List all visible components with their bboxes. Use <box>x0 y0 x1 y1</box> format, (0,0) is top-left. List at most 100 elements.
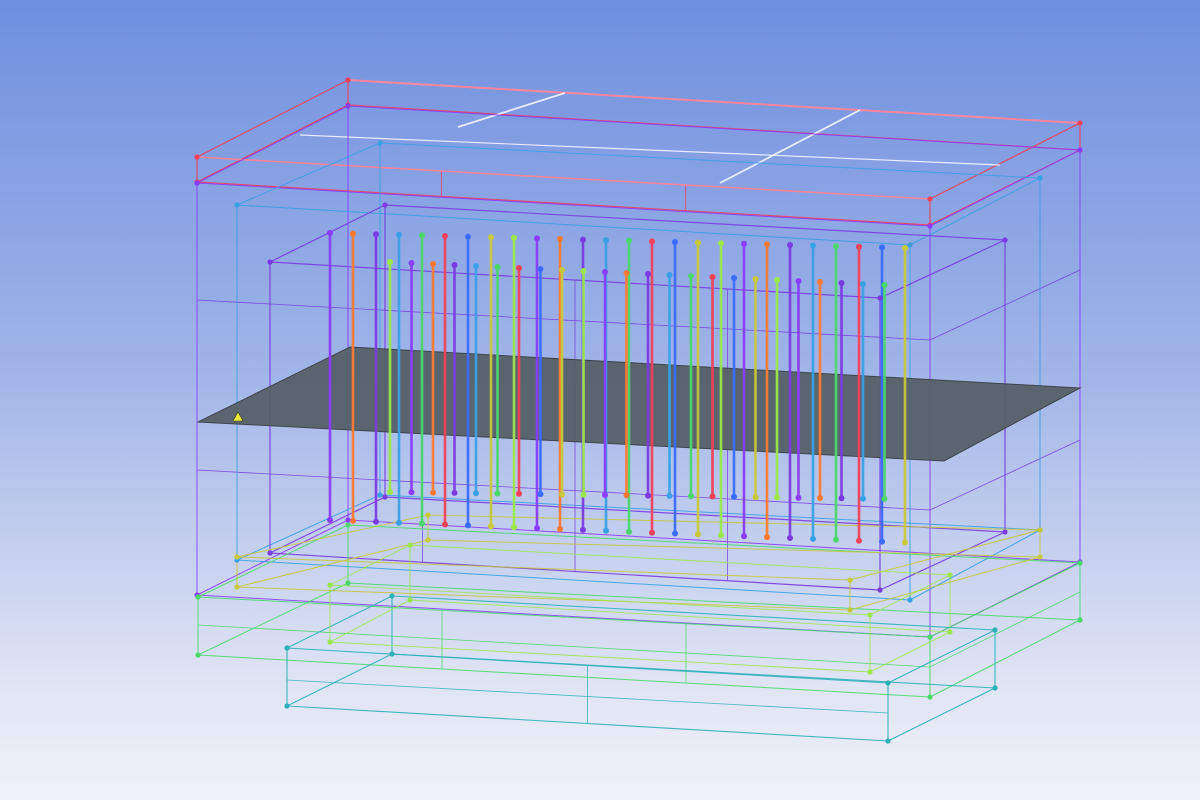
wire-edge <box>197 582 349 656</box>
wire-edge <box>286 653 393 707</box>
rod-bottom-dot <box>623 492 630 499</box>
rod-bottom-dot <box>516 490 522 497</box>
vertex-dot <box>234 584 240 590</box>
rod-bottom-dot <box>580 491 587 498</box>
vertex-dot <box>907 597 913 603</box>
vertex-dot <box>877 587 883 593</box>
wireframe-scene[interactable] <box>0 0 1200 800</box>
rod-bottom-dot <box>817 495 823 501</box>
wire-edge <box>379 494 1041 531</box>
vertex-dot <box>407 597 413 603</box>
vertex-dot <box>327 639 333 645</box>
rod-top-dot <box>817 279 823 285</box>
vertex-dot <box>992 685 998 691</box>
vertex-dot <box>195 652 201 658</box>
wire-edge <box>929 562 1081 638</box>
rod-top-dot <box>408 260 415 266</box>
rod-bottom-dot <box>603 527 609 534</box>
rod-bottom-dot <box>473 490 479 497</box>
vertex-dot <box>885 738 891 744</box>
wire-edge <box>347 524 1081 564</box>
rod-top-dot <box>451 262 458 268</box>
rod-top-dot <box>430 261 436 267</box>
vertex-dot <box>194 154 200 160</box>
wire-edge <box>887 629 996 684</box>
rod-top-dot <box>709 274 716 280</box>
3d-viewport[interactable] <box>0 0 1200 800</box>
rod-bottom-dot <box>534 525 540 532</box>
rod-top-dot <box>516 265 522 271</box>
rod-top-dot <box>672 239 678 245</box>
rod-bottom-dot <box>442 521 448 528</box>
vertex-dot <box>927 223 933 229</box>
vertex-dot <box>867 669 873 675</box>
wire-edge <box>236 586 851 611</box>
rod-bottom-dot <box>387 489 393 495</box>
vertex-dot <box>345 580 351 586</box>
vertex-dot <box>1002 529 1008 535</box>
vertex-dot <box>927 694 933 700</box>
rod-bottom-dot <box>741 533 747 540</box>
rod-bottom-dot <box>902 539 908 546</box>
wire-edge <box>347 79 1081 124</box>
rod-top-dot <box>731 275 737 281</box>
rod-bottom-dot <box>559 491 565 498</box>
rod-top-dot <box>764 241 770 248</box>
vertex-dot <box>267 259 273 265</box>
wire-edge <box>849 529 1041 581</box>
rod-bottom-dot <box>327 517 333 523</box>
vertex-dot <box>345 517 351 523</box>
wire-edge <box>329 544 411 586</box>
rod-top-dot <box>537 266 544 272</box>
rod-bottom-dot <box>795 494 802 501</box>
rod-top-dot <box>559 267 565 273</box>
wire-edge <box>849 556 1041 611</box>
wire-edge <box>299 134 1001 166</box>
wire-edge <box>236 556 851 581</box>
rod-bottom-dot <box>557 526 563 532</box>
rod-top-dot <box>810 242 816 249</box>
wire-edge <box>929 591 1081 668</box>
vertex-dot <box>382 494 388 500</box>
vertex-dot <box>377 140 383 146</box>
rod-bottom-dot <box>774 494 780 501</box>
rod-bottom-dot <box>666 492 673 499</box>
rod-bottom-dot <box>718 532 724 539</box>
vertex-dot <box>345 103 351 109</box>
wire-edge <box>286 595 393 649</box>
wire-edge <box>384 204 1006 241</box>
rod-top-dot <box>511 234 517 241</box>
rod-top-dot <box>494 264 501 270</box>
rod-top-dot <box>396 231 402 238</box>
rod-top-dot <box>881 282 888 288</box>
rod-bottom-dot <box>838 495 845 502</box>
rod-top-dot <box>387 259 393 265</box>
wire-edge <box>879 531 1006 591</box>
rod-bottom-dot <box>430 489 436 496</box>
rod-top-dot <box>327 230 333 236</box>
rod-top-dot <box>787 242 793 248</box>
vertex-dot <box>327 582 333 588</box>
rod-bottom-dot <box>709 493 716 500</box>
wire-edge <box>197 654 931 698</box>
rod-bottom-dot <box>537 491 544 498</box>
rod-bottom-dot <box>373 518 379 525</box>
rod-top-dot <box>856 243 862 250</box>
vertex-dot <box>234 202 240 208</box>
wire-edge <box>236 142 381 206</box>
vertex-dot <box>389 593 395 599</box>
rod-top-dot <box>603 237 609 244</box>
vertex-dot <box>195 594 201 600</box>
wire-edge <box>196 105 349 184</box>
rod-top-dot <box>833 243 839 250</box>
vertex-dot <box>425 512 431 518</box>
wire-edge <box>196 104 349 183</box>
vertex-dot <box>927 634 933 640</box>
vertex-dot <box>847 577 853 583</box>
wire-edge <box>719 109 861 184</box>
vertex-dot <box>345 522 351 528</box>
vertex-dot <box>1037 175 1043 181</box>
rod-bottom-dot <box>580 526 586 533</box>
vertex-dot <box>867 612 873 618</box>
rod-top-dot <box>473 263 479 269</box>
